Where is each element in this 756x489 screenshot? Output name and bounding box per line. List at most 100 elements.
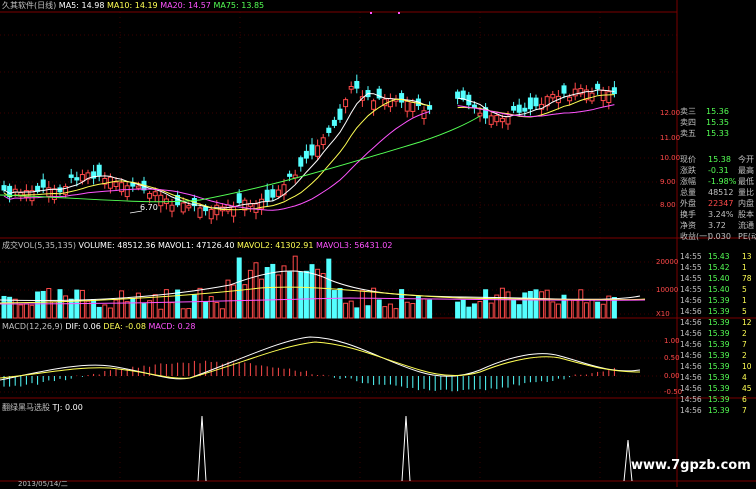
volume-bar [410, 303, 416, 319]
candle-body [214, 204, 220, 216]
tick-volume: 4 [742, 373, 747, 382]
tj-label: TJ: 0.00 [52, 403, 83, 412]
volume-bar [119, 290, 125, 319]
candle-body [298, 157, 304, 167]
low-price-marker: 6.70 [140, 203, 158, 212]
candle-body [527, 97, 533, 110]
order-book-row: 卖五 15.33 [678, 128, 756, 139]
tick-time: 14:56 [680, 329, 702, 338]
volume-bar [259, 278, 265, 319]
volume-bar [203, 301, 209, 319]
candle-body [533, 97, 539, 107]
volume-bar [499, 287, 505, 319]
quote-label-secondary: 内盘 [738, 199, 754, 208]
volume-bar [197, 287, 203, 319]
volume-bar [46, 288, 52, 319]
dea-label: DEA: -0.08 [103, 322, 146, 331]
volume-bar [18, 304, 24, 319]
tick-volume: 78 [742, 274, 752, 283]
tick-volume: 7 [742, 406, 747, 415]
volume-bar [539, 291, 545, 319]
volume-bar [320, 273, 326, 319]
tick-price: 15.39 [708, 351, 730, 360]
candle-body [460, 90, 466, 100]
volume-bar [124, 301, 130, 319]
tick-price: 15.39 [708, 384, 730, 393]
candle-body [124, 185, 130, 198]
tick-price: 15.40 [708, 274, 730, 283]
volume-bar [477, 301, 483, 319]
volume-bar [555, 303, 561, 319]
tick-row: 14:55 15.43 13 [678, 251, 756, 262]
quote-value: 3.72 [708, 221, 726, 230]
candle-body [561, 85, 567, 94]
volume-bar [578, 289, 584, 319]
volume-bar [505, 291, 511, 319]
tick-row: 14:55 15.40 5 [678, 284, 756, 295]
candle-body [488, 115, 494, 125]
volume-bar [466, 306, 472, 319]
volume-bar [331, 290, 337, 319]
volume-bar [348, 300, 354, 319]
volume-bar [359, 290, 365, 319]
quote-label-secondary: 量比 [738, 188, 754, 197]
tick-time: 14:56 [680, 351, 702, 360]
quote-label: 总量 [680, 188, 696, 197]
candle-body [203, 206, 209, 212]
volume-bar [471, 303, 477, 319]
tick-row: 14:56 15.39 5 [678, 306, 756, 317]
tick-price: 15.39 [708, 362, 730, 371]
tj-signal-spike [401, 415, 411, 482]
tick-row: 14:56 15.39 10 [678, 361, 756, 372]
volume-bar [130, 298, 136, 319]
tick-time: 14:55 [680, 252, 702, 261]
tick-volume: 5 [742, 307, 747, 316]
quote-label-secondary: 今开 [738, 155, 754, 164]
candle-body [477, 112, 483, 117]
tick-time: 14:55 [680, 285, 702, 294]
mavol2-label: MAVOL2: 41302.91 [236, 241, 314, 250]
quote-label-secondary: 流通 [738, 221, 754, 230]
ma5-label: MA5: 14.98 [58, 1, 105, 10]
candle-body [309, 144, 315, 156]
quote-label: 净资 [680, 221, 696, 230]
candle-body [455, 91, 461, 99]
candle-body [337, 108, 343, 120]
volume-bar [522, 292, 528, 319]
volume-bar [63, 295, 69, 319]
volume-legend: 成交VOL(5,35,135) VOLUME: 48512.36 MAVOL1:… [2, 241, 392, 251]
volume-bar [303, 270, 309, 319]
tick-row: 14:56 15.39 1 [678, 295, 756, 306]
tick-volume: 5 [742, 285, 747, 294]
watermark: www.7gpzb.com [631, 458, 751, 473]
volume-bar [264, 267, 270, 319]
volume-bar [79, 289, 85, 319]
order-book-label: 卖三 [680, 107, 696, 116]
macd-indicator-name: MACD(12,26,9) [2, 322, 63, 331]
quote-value: -1.98% [708, 177, 737, 186]
candle-body [505, 116, 511, 125]
candle-body [331, 119, 337, 126]
volume-bar [600, 303, 606, 319]
mavol3-label: MAVOL3: 56431.02 [315, 241, 393, 250]
volume-bar [107, 307, 113, 319]
candle-body [315, 145, 321, 157]
volume-bar [488, 302, 494, 319]
tick-list[interactable]: 14:55 15.43 13 14:55 15.42 1 14:55 15.40 78 14:55… [678, 251, 756, 416]
volume-axis-label: 20000 [656, 258, 679, 266]
volume-bar [595, 301, 601, 319]
candle-body [371, 100, 377, 110]
quote-label: 涨幅 [680, 177, 696, 186]
volume-bar [527, 291, 533, 319]
order-book: 卖三 15.36 卖四 15.35 卖五 15.33 [678, 106, 756, 139]
quote-value: 48512 [708, 188, 734, 197]
volume-bar [29, 304, 35, 319]
candle-body [270, 189, 276, 198]
tick-row: 14:56 15.39 2 [678, 328, 756, 339]
tick-price: 15.43 [708, 252, 730, 261]
volume-bar [511, 298, 517, 319]
volume-bar [186, 308, 192, 319]
tick-row: 14:56 15.39 2 [678, 350, 756, 361]
candle-body [516, 104, 522, 113]
tick-price: 15.39 [708, 395, 730, 404]
